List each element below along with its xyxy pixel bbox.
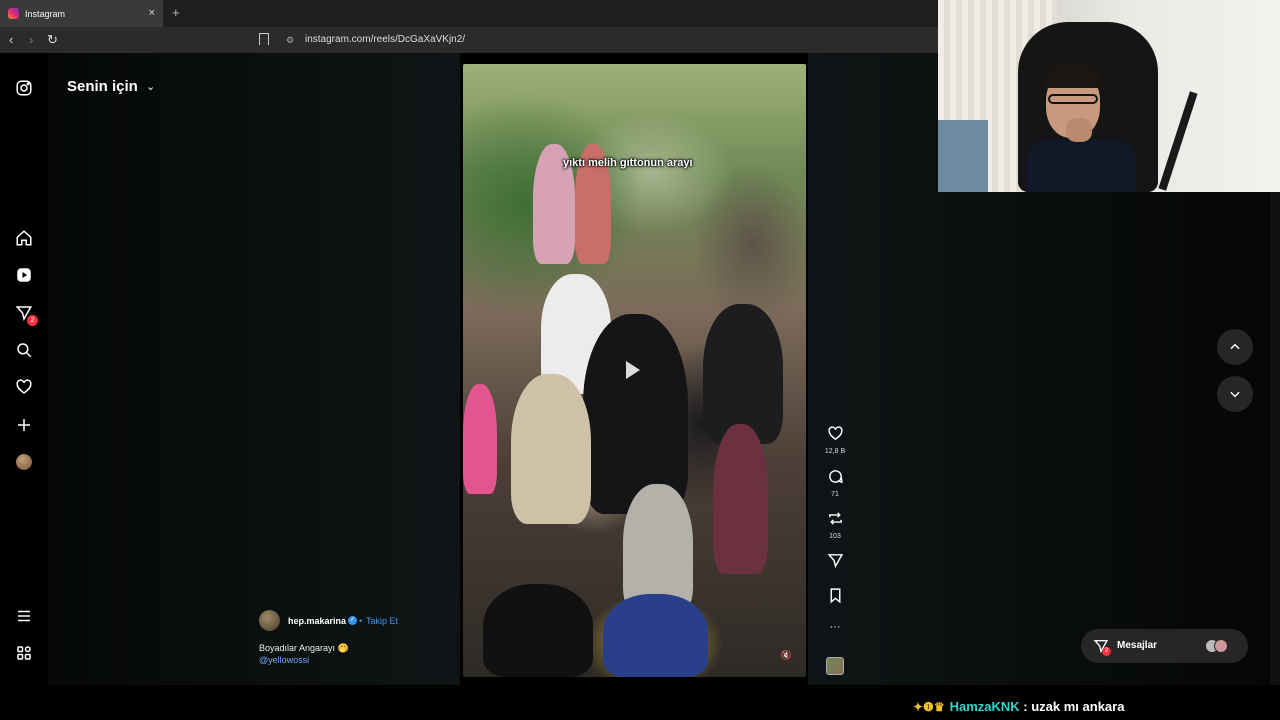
comment-button[interactable]: 71 [818, 468, 852, 498]
repost-button[interactable]: 103 [818, 510, 852, 540]
video-figure [583, 314, 688, 514]
search-icon[interactable] [14, 340, 34, 360]
tab-title: Instagram [25, 8, 66, 19]
more-options-button[interactable]: ··· [818, 621, 852, 633]
like-count: 12,8 B [824, 448, 846, 455]
webcam-hand [1066, 118, 1092, 142]
messages-badge: 2 [27, 315, 38, 326]
menu-icon[interactable] [14, 606, 34, 626]
home-icon[interactable] [14, 228, 34, 248]
play-icon[interactable] [626, 361, 640, 379]
avatar [1214, 639, 1228, 653]
heart-icon [827, 426, 843, 441]
video-figure [483, 584, 593, 677]
instagram-logo-icon[interactable] [14, 78, 34, 98]
save-button[interactable] [818, 587, 852, 609]
verified-icon: ✓ [348, 616, 357, 625]
reel-tag-link[interactable]: @yellowossi [259, 655, 309, 665]
chevron-down-icon[interactable]: ⌄ [146, 80, 155, 93]
chevron-down-icon [1230, 391, 1240, 398]
mute-icon[interactable]: 🔇 [781, 650, 792, 661]
video-figure [713, 424, 768, 574]
browser-tab[interactable]: Instagram × [0, 0, 163, 27]
webcam-hair [1044, 64, 1102, 88]
bookmark-icon[interactable] [259, 33, 269, 45]
webcam-shirt [1026, 140, 1136, 192]
webcam-glasses [1048, 94, 1098, 104]
address-bar[interactable]: instagram.com/reels/DcGaXaVKjn2/ [305, 34, 465, 45]
video-figure [511, 374, 591, 524]
feed-title[interactable]: Senin için [67, 78, 138, 95]
separator: • [359, 616, 363, 626]
chevron-up-icon [1230, 343, 1240, 350]
messages-icon[interactable]: 2 [14, 303, 38, 326]
chat-badges: ✦❶♛ [913, 700, 945, 714]
comment-count: 71 [831, 491, 839, 498]
repost-count: 103 [829, 533, 841, 540]
profile-avatar[interactable] [14, 452, 34, 472]
like-button[interactable]: 12,8 B [818, 425, 852, 455]
audio-thumbnail[interactable] [826, 657, 844, 675]
messages-badge: 2 [1102, 647, 1111, 656]
close-tab-icon[interactable]: × [149, 7, 155, 19]
bookmark-icon [830, 588, 840, 604]
video-figure [603, 594, 708, 677]
stream-chat-bar: ✦❶♛ HamzaKNK : uzak mı ankara [0, 685, 1280, 720]
comment-icon [828, 470, 843, 484]
author-name[interactable]: hep.makarina [288, 616, 346, 626]
webcam-mic-arm [1158, 91, 1198, 191]
notifications-icon[interactable] [14, 377, 34, 397]
webcam-bed [938, 120, 988, 192]
video-figure [463, 384, 497, 494]
messages-label: Mesajlar [1117, 640, 1158, 651]
next-reel-button[interactable] [1217, 376, 1253, 412]
instagram-favicon-icon [8, 8, 19, 19]
chat-message: ✦❶♛ HamzaKNK : uzak mı ankara [913, 699, 1124, 714]
video-figure [703, 304, 783, 444]
background-left [48, 53, 460, 685]
avatar [16, 454, 32, 470]
chat-username: HamzaKNK [949, 699, 1020, 714]
author-avatar[interactable] [259, 610, 280, 631]
video-caption: yıktı melih gıttonun arayı [563, 157, 693, 169]
forward-button[interactable]: › [29, 32, 33, 47]
reel-description: Boyadılar Angarayı 🤭 [259, 643, 349, 653]
follow-button[interactable]: Takip Et [366, 616, 398, 626]
previous-reel-button[interactable] [1217, 329, 1253, 365]
back-button[interactable]: ‹ [9, 32, 13, 47]
repost-icon [828, 512, 842, 525]
webcam-overlay [938, 0, 1280, 192]
share-button[interactable] [818, 552, 852, 574]
new-tab-button[interactable]: + [172, 5, 180, 20]
messages-button[interactable]: 2 Mesajlar [1081, 629, 1248, 663]
also-from-meta-icon[interactable] [14, 643, 34, 663]
reel-video[interactable]: yıktı melih gıttonun arayı 🔇 [463, 64, 806, 677]
reload-button[interactable]: ↻ [47, 32, 58, 48]
reels-icon[interactable] [14, 265, 34, 285]
site-info-icon[interactable]: ⚙ [286, 35, 294, 46]
chat-text: : uzak mı ankara [1023, 699, 1125, 714]
send-icon [827, 554, 843, 569]
create-icon[interactable] [14, 415, 34, 435]
